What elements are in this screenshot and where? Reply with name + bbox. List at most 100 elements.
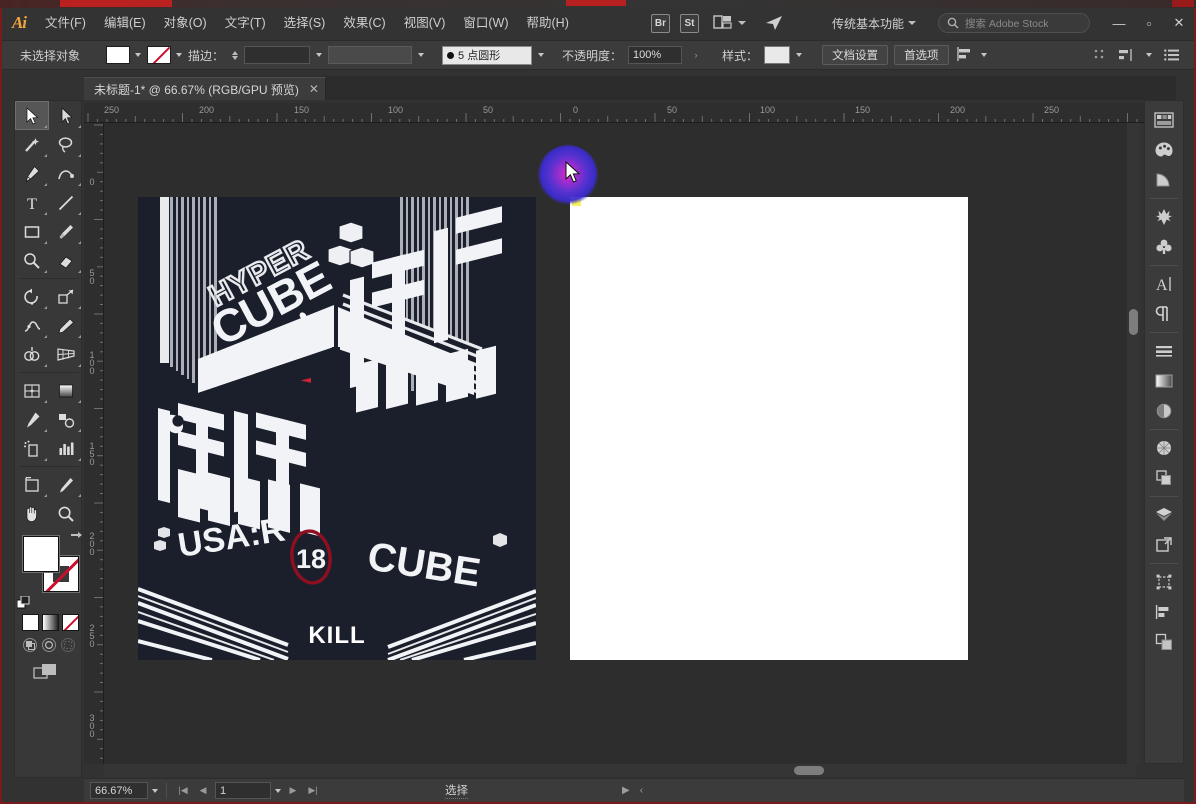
last-artboard-button[interactable]: ▶|	[305, 782, 321, 799]
list-options-icon[interactable]	[1164, 48, 1180, 62]
workspace-caret-icon[interactable]	[908, 21, 916, 25]
free-transform-tool[interactable]	[49, 311, 83, 340]
align-panel-icon[interactable]	[1146, 597, 1182, 627]
artboard-number-field[interactable]: 1	[215, 782, 271, 799]
stroke-weight-stepper[interactable]	[232, 50, 239, 60]
opacity-field[interactable]: 100%	[628, 46, 683, 64]
canvas-vertical-scrollbar[interactable]	[1127, 123, 1140, 764]
character-panel-icon[interactable]: A	[1146, 269, 1182, 299]
selection-tool[interactable]	[15, 101, 49, 130]
menu-select[interactable]: 选择(S)	[275, 9, 335, 37]
width-tool[interactable]	[15, 311, 49, 340]
default-fill-stroke-icon[interactable]	[17, 596, 31, 610]
stroke-swatch-none[interactable]	[147, 46, 172, 64]
scale-tool[interactable]	[49, 282, 83, 311]
transparency-panel-icon[interactable]	[1146, 433, 1182, 463]
distribute-icon[interactable]	[1118, 48, 1134, 62]
menu-effect[interactable]: 效果(C)	[334, 9, 394, 37]
vertical-scroll-thumb[interactable]	[1129, 309, 1138, 335]
fill-swatch[interactable]	[106, 46, 131, 64]
stroke-weight-caret-icon[interactable]	[316, 53, 323, 57]
horizontal-scroll-thumb[interactable]	[794, 766, 824, 775]
menu-file[interactable]: 文件(F)	[36, 9, 95, 37]
arrange-caret-icon[interactable]	[737, 21, 746, 25]
stroke-weight-field[interactable]	[244, 46, 311, 64]
menu-view[interactable]: 视图(V)	[395, 9, 455, 37]
column-graph-tool[interactable]	[49, 434, 83, 463]
horizontal-ruler[interactable]: 250 200 150 100 50 0 50 100 150 200 250	[84, 103, 1176, 123]
none-swatch-button[interactable]	[62, 614, 79, 631]
color-panel-icon[interactable]	[1146, 105, 1182, 135]
eraser-tool[interactable]	[49, 246, 83, 275]
brush-definition-dropdown[interactable]: 5 点圆形	[442, 45, 533, 65]
bridge-icon[interactable]: Br	[650, 13, 670, 33]
vertical-ruler[interactable]: 0 50 100 150 200 250 300	[84, 123, 104, 764]
opacity-flyout-icon[interactable]: ›	[688, 47, 704, 64]
prev-artboard-button[interactable]: ◀	[195, 782, 211, 799]
links-panel-icon[interactable]	[1146, 530, 1182, 560]
fill-color-dropdown[interactable]	[106, 46, 142, 64]
minimize-button[interactable]: —	[1104, 9, 1134, 37]
screen-mode-button[interactable]	[33, 662, 59, 682]
draw-behind-icon[interactable]	[42, 638, 56, 652]
stroke-color-dropdown[interactable]	[147, 46, 183, 64]
grid-handle-icon[interactable]	[1094, 49, 1106, 61]
lasso-tool[interactable]	[49, 130, 83, 159]
profile-caret-icon[interactable]	[418, 53, 425, 57]
blend-tool[interactable]	[49, 405, 83, 434]
line-segment-tool[interactable]	[49, 188, 83, 217]
curvature-tool[interactable]	[49, 159, 83, 188]
magic-wand-tool[interactable]	[15, 130, 49, 159]
next-artboard-button[interactable]: ▶	[285, 782, 301, 799]
appearance-panel-icon[interactable]	[1146, 396, 1182, 426]
brushes-panel-icon[interactable]	[1146, 202, 1182, 232]
draw-inside-icon[interactable]	[61, 638, 75, 652]
style-caret-icon[interactable]	[796, 53, 803, 57]
zoom-caret-icon[interactable]	[152, 788, 158, 793]
artboard-blank[interactable]	[570, 197, 968, 660]
menu-object[interactable]: 对象(O)	[155, 9, 216, 37]
hand-tool[interactable]	[15, 499, 49, 528]
gradient-tool[interactable]	[49, 376, 83, 405]
direct-selection-tool[interactable]	[49, 101, 83, 130]
paintbrush-tool[interactable]	[49, 217, 83, 246]
align-options-icon[interactable]	[956, 47, 975, 63]
status-indicator-label[interactable]: 选择	[445, 782, 468, 799]
perspective-grid-tool[interactable]	[49, 340, 83, 369]
symbol-sprayer-tool[interactable]	[15, 434, 49, 463]
maximize-button[interactable]: ▫	[1134, 9, 1164, 37]
fill-caret-icon[interactable]	[135, 53, 142, 57]
status-prev-icon[interactable]: ‹	[640, 785, 643, 796]
stroke-caret-icon[interactable]	[176, 53, 183, 57]
document-setup-button[interactable]: 文档设置	[822, 45, 889, 65]
color-guide-panel-icon[interactable]	[1146, 135, 1182, 165]
menu-window[interactable]: 窗口(W)	[454, 9, 517, 37]
gradient-panel-icon[interactable]	[1146, 366, 1182, 396]
pathfinder-panel-icon[interactable]	[1146, 463, 1182, 493]
gradient-swatch-button[interactable]	[42, 614, 59, 631]
symbols-panel-icon[interactable]	[1146, 232, 1182, 262]
pen-tool[interactable]	[15, 159, 49, 188]
artboards-panel-icon[interactable]	[1146, 627, 1182, 657]
zoom-tool[interactable]	[49, 499, 83, 528]
artboard-artwork[interactable]: HYPER CUBE USA:R CUBE 18 KILL	[138, 197, 536, 660]
zoom-level-field[interactable]: 66.67%	[90, 782, 148, 799]
canvas-area[interactable]: HYPER CUBE USA:R CUBE 18 KILL	[104, 123, 1136, 764]
document-tab-close-icon[interactable]: ✕	[309, 82, 319, 96]
menu-type[interactable]: 文字(T)	[216, 9, 275, 37]
color-themes-panel-icon[interactable]	[1146, 165, 1182, 195]
document-tab[interactable]: 未标题-1* @ 66.67% (RGB/GPU 预览) ✕	[84, 77, 326, 100]
first-artboard-button[interactable]: |◀	[175, 782, 191, 799]
canvas-horizontal-scrollbar[interactable]	[104, 764, 1136, 777]
status-next-icon[interactable]: ▶	[622, 785, 630, 796]
paragraph-panel-icon[interactable]	[1146, 299, 1182, 329]
preferences-button[interactable]: 首选项	[894, 45, 949, 65]
rectangle-tool[interactable]	[15, 217, 49, 246]
swap-fill-stroke-icon[interactable]	[69, 530, 83, 544]
artboard-tool[interactable]	[15, 470, 49, 499]
share-icon[interactable]	[764, 14, 784, 32]
stroke-panel-icon[interactable]	[1146, 336, 1182, 366]
shaper-tool[interactable]	[15, 246, 49, 275]
draw-normal-icon[interactable]	[23, 638, 37, 652]
workspace-switcher-label[interactable]: 传统基本功能	[832, 15, 904, 32]
